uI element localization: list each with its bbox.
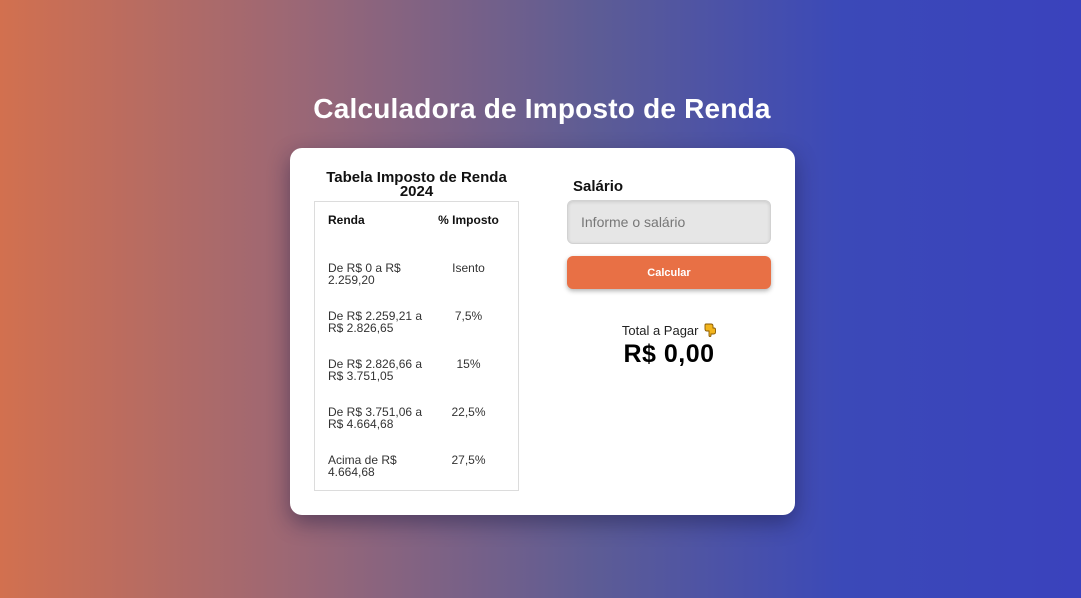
row-tax-rate: 7,5% bbox=[454, 309, 483, 323]
header-percent-imposto: % Imposto bbox=[438, 213, 499, 227]
calculate-button[interactable]: Calcular bbox=[567, 256, 771, 289]
row-income-range: De R$ 2.826,66 a R$ 3.751,05 bbox=[328, 357, 423, 383]
table-row: De R$ 2.259,21 a R$ 2.826,65 7,5% bbox=[315, 298, 518, 346]
row-tax-rate: Isento bbox=[452, 261, 485, 275]
row-income-range: Acima de R$ 4.664,68 bbox=[328, 453, 397, 479]
salary-label: Salário bbox=[573, 178, 624, 195]
table-row: Acima de R$ 4.664,68 27,5% bbox=[315, 442, 518, 490]
row-tax-rate: 27,5% bbox=[451, 453, 486, 467]
salary-input[interactable] bbox=[567, 200, 771, 244]
total-label-row: Total a Pagar bbox=[567, 323, 771, 340]
total-label: Total a Pagar bbox=[621, 323, 699, 338]
page-title: Calculadora de Imposto de Renda bbox=[313, 93, 771, 124]
row-income-range: De R$ 0 a R$ 2.259,20 bbox=[328, 261, 401, 287]
total-value: R$ 0,00 bbox=[623, 340, 715, 368]
row-income-range: De R$ 2.259,21 a R$ 2.826,65 bbox=[328, 309, 423, 335]
tax-table-container: Renda % Imposto De R$ 0 a R$ 2.259,20 Is… bbox=[314, 201, 519, 491]
calculator-card: Tabela Imposto de Renda 2024 Renda % Imp… bbox=[290, 148, 795, 515]
row-tax-rate: 22,5% bbox=[451, 405, 486, 419]
tax-table-header-row: Renda % Imposto bbox=[315, 202, 518, 250]
tax-table-title: Tabela Imposto de Renda 2024 bbox=[326, 169, 507, 200]
header-renda: Renda bbox=[328, 213, 365, 227]
table-row: De R$ 2.826,66 a R$ 3.751,05 15% bbox=[315, 346, 518, 394]
row-income-range: De R$ 3.751,06 a R$ 4.664,68 bbox=[328, 405, 423, 431]
tax-table: Renda % Imposto De R$ 0 a R$ 2.259,20 Is… bbox=[315, 202, 518, 490]
table-row: De R$ 3.751,06 a R$ 4.664,68 22,5% bbox=[315, 394, 518, 442]
table-row: De R$ 0 a R$ 2.259,20 Isento bbox=[315, 250, 518, 298]
row-tax-rate: 15% bbox=[456, 357, 481, 371]
pointing-down-hand-icon bbox=[704, 323, 717, 340]
